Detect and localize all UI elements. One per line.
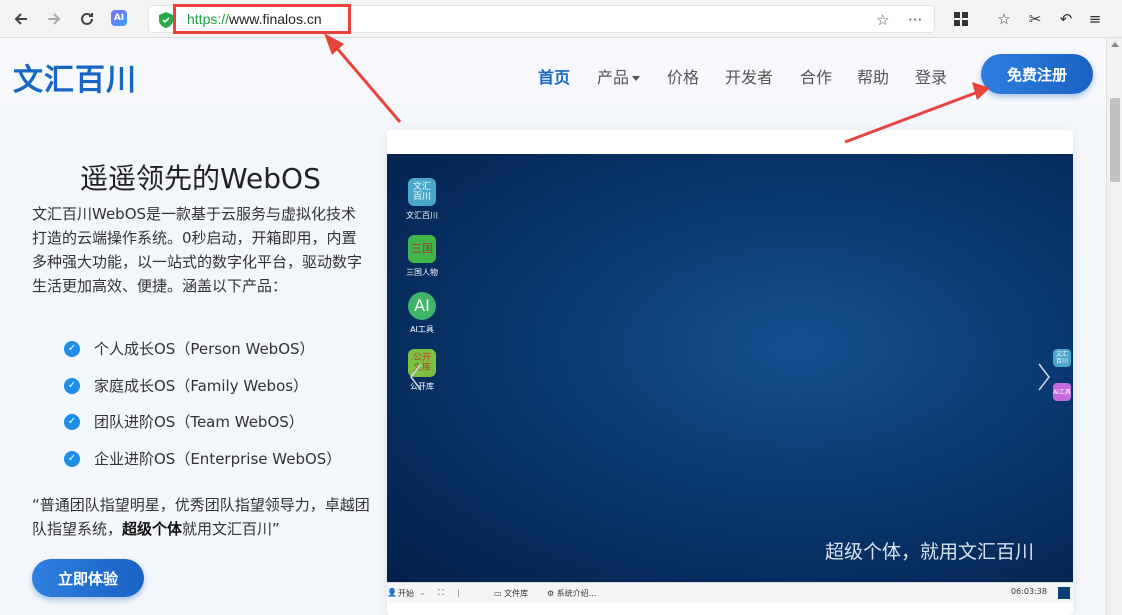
app-icon: 文汇 百川 (408, 178, 436, 206)
hero-title: 遥遥领先的WebOS (80, 162, 321, 195)
webos-desktop-preview[interactable]: 文汇 百川 文汇百川 三国 三国人物 AI AI工具 公开 文库 公开库 文汇 … (387, 154, 1073, 582)
taskbar-system-intro[interactable]: ⚙ 系统介绍... (547, 588, 596, 599)
feature-item: ✓ 企业进阶OS（Enterprise WebOS） (64, 448, 341, 469)
check-icon: ✓ (64, 377, 80, 394)
desktop-icon[interactable]: 三国 三国人物 (402, 235, 442, 278)
desktop-icon[interactable]: AI AI工具 (402, 292, 442, 335)
app-icon: 三国 (408, 235, 436, 263)
scroll-thumb[interactable] (1110, 98, 1120, 182)
carousel-next-icon[interactable] (1037, 362, 1051, 392)
apps-grid-icon[interactable] (952, 10, 970, 28)
favorites-icon[interactable]: ☆ (995, 10, 1013, 28)
webos-taskbar: 👤 开始 ⌄ ⛶ | ▭ 文件库 ⚙ 系统介绍... 06:03:38 (387, 582, 1073, 603)
nav-products[interactable]: 产品 (597, 64, 641, 88)
try-now-button[interactable]: 立即体验 (32, 559, 144, 597)
bookmark-star-icon[interactable]: ☆ (876, 11, 889, 29)
side-app-icon[interactable]: AI工具 (1053, 383, 1071, 401)
address-bar[interactable]: https://www.finalos.cn ☆ ··· (148, 4, 935, 34)
preview-slogan: 超级个体，就用文汇百川 (825, 541, 1035, 563)
screenshot-cut-icon[interactable]: ✂ (1026, 10, 1044, 28)
taskbar-divider: | (457, 588, 460, 597)
show-desktop-button[interactable] (1058, 587, 1070, 599)
start-icon[interactable]: 👤 (387, 588, 397, 597)
nav-developers[interactable]: 开发者 (725, 64, 773, 88)
desktop-icon[interactable]: 文汇 百川 文汇百川 (402, 178, 442, 221)
carousel-prev-icon[interactable] (409, 362, 423, 392)
fullscreen-icon[interactable]: ⛶ (438, 588, 444, 598)
nav-help[interactable]: 帮助 (857, 64, 889, 88)
nav-home[interactable]: 首页 (538, 64, 570, 88)
security-shield-icon (159, 12, 173, 28)
taskbar-file-library[interactable]: ▭ 文件库 (494, 588, 528, 599)
forward-icon[interactable] (44, 9, 64, 29)
site-logo[interactable]: 文汇百川 (13, 55, 137, 99)
ai-extension-icon[interactable]: AI (111, 10, 127, 26)
app-label: AI工具 (410, 325, 434, 334)
check-icon: ✓ (64, 413, 80, 430)
menu-icon[interactable]: ≡ (1086, 10, 1104, 28)
hero-quote: “普通团队指望明星，优秀团队指望领导力，卓越团队指望系统，超级个体就用文汇百川” (32, 496, 370, 538)
site-header: 文汇百川 首页 产品 价格 开发者 合作 帮助 登录 免费注册 (0, 38, 1106, 108)
feature-item: ✓ 家庭成长OS（Family Webos） (64, 375, 308, 396)
feature-item: ✓ 个人成长OS（Person WebOS） (64, 338, 315, 359)
side-app-icon[interactable]: 文汇 百川 (1053, 349, 1071, 367)
nav-pricing[interactable]: 价格 (667, 64, 699, 88)
scroll-up-icon[interactable] (1111, 42, 1119, 47)
reload-icon[interactable] (77, 9, 97, 29)
app-label: 三国人物 (406, 268, 438, 277)
url-highlight-box (173, 4, 351, 34)
signup-button[interactable]: 免费注册 (981, 54, 1093, 94)
check-icon: ✓ (64, 340, 80, 357)
back-icon[interactable] (11, 9, 31, 29)
browser-toolbar: AI https://www.finalos.cn ☆ ··· ☆ ✂ ↶ ≡ (0, 0, 1122, 38)
page-scrollbar[interactable] (1106, 38, 1122, 615)
taskbar-start[interactable]: 开始 (398, 588, 414, 599)
taskbar-clock: 06:03:38 (1011, 587, 1047, 596)
hero-description: 文汇百川WebOS是一款基于云服务与虚拟化技术打造的云端操作系统。0秒启动，开箱… (32, 205, 363, 295)
app-label: 文汇百川 (406, 211, 438, 220)
nav-partners[interactable]: 合作 (800, 64, 832, 88)
chevron-down-icon: ⌄ (419, 588, 426, 597)
nav-login[interactable]: 登录 (915, 64, 947, 88)
feature-item: ✓ 团队进阶OS（Team WebOS） (64, 411, 304, 432)
quote-emphasis: 超级个体 (122, 520, 183, 538)
chevron-down-icon (632, 76, 641, 81)
undo-icon[interactable]: ↶ (1057, 10, 1075, 28)
more-icon[interactable]: ··· (908, 11, 922, 29)
check-icon: ✓ (64, 450, 80, 467)
app-icon: AI (408, 292, 436, 320)
